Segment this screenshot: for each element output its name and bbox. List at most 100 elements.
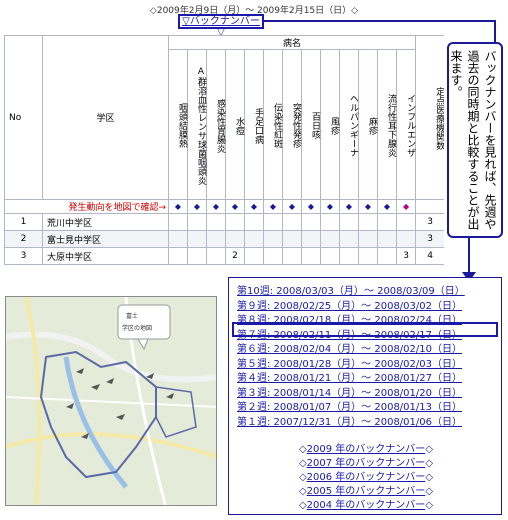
map-popup-line2: 学区の地図 <box>122 325 153 332</box>
map-diamond-icon[interactable]: ◆ <box>168 199 188 214</box>
map-diamond-icon[interactable]: ◆ <box>395 199 417 214</box>
case-count <box>168 264 188 265</box>
map-popup-line1: 富士 <box>126 313 139 320</box>
week-link[interactable]: 第１週: 2007/12/31（月）～ 2008/01/06（日） <box>237 413 462 428</box>
case-count <box>301 230 321 248</box>
sentinel-count: 4 <box>415 264 444 265</box>
sentinel-count: 4 <box>415 247 444 265</box>
school-district-name: 荒川中学区 <box>42 213 169 231</box>
sentinel-count: 3 <box>415 213 444 231</box>
case-count <box>301 264 321 265</box>
map-diamond-icon[interactable]: ◆ <box>225 199 245 214</box>
case-count <box>339 213 359 231</box>
week-link[interactable]: 第９週: 2008/02/25（月）～ 2008/03/02（日） <box>237 297 462 312</box>
case-count <box>339 230 359 248</box>
week-link[interactable]: 第７週: 2008/02/11（月）～ 2008/02/17（日） <box>237 326 462 341</box>
case-count <box>244 230 264 248</box>
case-count <box>282 230 302 248</box>
case-count <box>339 247 359 265</box>
case-count <box>377 213 397 231</box>
col-header-disease: ヘルパンギーナ <box>339 49 359 200</box>
map-diamond-icon[interactable]: ◆ <box>263 199 283 214</box>
year-backnumber-link[interactable]: ◇2004 年のバックナンバー◇ <box>229 496 503 511</box>
case-count: 1 <box>225 264 245 265</box>
map-diamond-icon[interactable]: ◆ <box>187 199 207 214</box>
case-count <box>206 264 226 265</box>
case-count <box>206 247 226 265</box>
year-backnumber-link[interactable]: ◇2009 年のバックナンバー◇ <box>229 440 503 455</box>
col-header-disease: 咽頭結膜熱 <box>168 49 188 200</box>
week-link[interactable]: 第４週: 2008/01/21（月）～ 2008/01/27（日） <box>237 369 462 384</box>
col-header-sentinel: 定点医療機関数 <box>415 35 444 200</box>
year-backnumber-link[interactable]: ◇2007 年のバックナンバー◇ <box>229 454 503 469</box>
case-count <box>282 264 302 265</box>
case-count <box>320 264 340 265</box>
map-diamond-icon[interactable]: ◆ <box>320 199 340 214</box>
week-link[interactable]: 第２週: 2008/01/07（月）～ 2008/01/13（日） <box>237 398 462 413</box>
callout-text: バックナンバーを見れば、先週や過去の同時期と比較することが出来ます。 <box>449 50 497 230</box>
year-backnumber-link[interactable]: ◇2005 年のバックナンバー◇ <box>229 482 503 497</box>
sentinel-count: 3 <box>415 230 444 248</box>
case-count <box>263 247 283 265</box>
case-count <box>263 264 283 265</box>
col-header-disease: 風疹 <box>320 49 340 200</box>
disease-table-container: No 学区 病名 定点医療機関数 咽頭結膜熱 A群溶血性レンサ球菌咽頭炎 感染性胃腸… <box>4 35 444 265</box>
row-number: 4 <box>4 264 43 265</box>
case-count <box>301 247 321 265</box>
disease-table: No 学区 病名 定点医療機関数 咽頭結膜熱 A群溶血性レンサ球菌咽頭炎 感染性胃腸… <box>4 35 444 265</box>
school-district-map[interactable]: 富士 学区の地図 <box>5 296 217 506</box>
case-count <box>244 213 264 231</box>
case-count <box>187 264 207 265</box>
case-count: 2 <box>225 247 245 265</box>
map-link[interactable]: 発生動向を地図で確認→ <box>4 199 169 214</box>
col-header-disease: 麻疹 <box>358 49 378 200</box>
case-count <box>225 213 245 231</box>
week-link[interactable]: 第10週: 2008/03/03（月）～ 2008/03/09（日） <box>237 282 465 297</box>
case-count <box>187 247 207 265</box>
map-diamond-icon[interactable]: ◆ <box>339 199 359 214</box>
map-diamond-icon[interactable]: ◆ <box>282 199 302 214</box>
map-diamond-icon[interactable]: ◆ <box>206 199 226 214</box>
case-count <box>206 230 226 248</box>
case-count <box>244 264 264 265</box>
col-header-disease: 感染性胃腸炎 <box>206 49 226 200</box>
case-count <box>339 264 359 265</box>
week-link[interactable]: 第８週: 2008/02/18（月）～ 2008/02/24（日） <box>237 311 462 326</box>
year-suffix: 年のバックナンバー <box>332 500 426 511</box>
case-count <box>377 230 397 248</box>
col-header-school: 学区 <box>42 35 169 200</box>
col-header-disease: 水痘 <box>225 49 245 200</box>
school-district-name: 大原中学区 <box>42 247 169 265</box>
callout-arrow <box>468 238 470 276</box>
case-count <box>377 247 397 265</box>
map-graphic <box>6 297 216 505</box>
map-diamond-icon[interactable]: ◆ <box>358 199 378 214</box>
week-link[interactable]: 第５週: 2008/01/28（月）～ 2008/02/03（日） <box>237 355 462 370</box>
diamond-outline-icon: ◇ <box>425 500 434 511</box>
case-count <box>282 247 302 265</box>
case-count <box>395 213 417 231</box>
year-backnumber-link[interactable]: ◇2006 年のバックナンバー◇ <box>229 468 503 483</box>
backnumber-toggle-link[interactable]: ▽バックナンバー▽ <box>178 14 264 38</box>
map-diamond-icon[interactable]: ◆ <box>301 199 321 214</box>
week-link[interactable]: 第３週: 2008/01/14（月）～ 2008/01/20（日） <box>237 384 462 399</box>
case-count <box>282 213 302 231</box>
case-count <box>320 230 340 248</box>
school-district-name: 富士見中学区 <box>42 230 169 248</box>
case-count <box>168 213 188 231</box>
year-number: 2004 <box>306 500 333 511</box>
case-count <box>206 213 226 231</box>
case-count <box>187 230 207 248</box>
table-row: 3 大原中学区 2 3 4 <box>4 247 444 265</box>
map-diamond-icon[interactable]: ◆ <box>244 199 264 214</box>
case-count <box>187 213 207 231</box>
row-number: 3 <box>4 247 43 265</box>
week-link[interactable]: 第６週: 2008/02/04（月）～ 2008/02/10（日） <box>237 340 462 355</box>
case-count <box>244 247 264 265</box>
case-count <box>168 247 188 265</box>
col-header-disease: 突発性発疹 <box>282 49 302 200</box>
case-count <box>395 230 417 248</box>
col-header-disease: インフルエンザ <box>395 49 417 200</box>
map-diamond-icon[interactable]: ◆ <box>377 199 397 214</box>
case-count <box>358 213 378 231</box>
